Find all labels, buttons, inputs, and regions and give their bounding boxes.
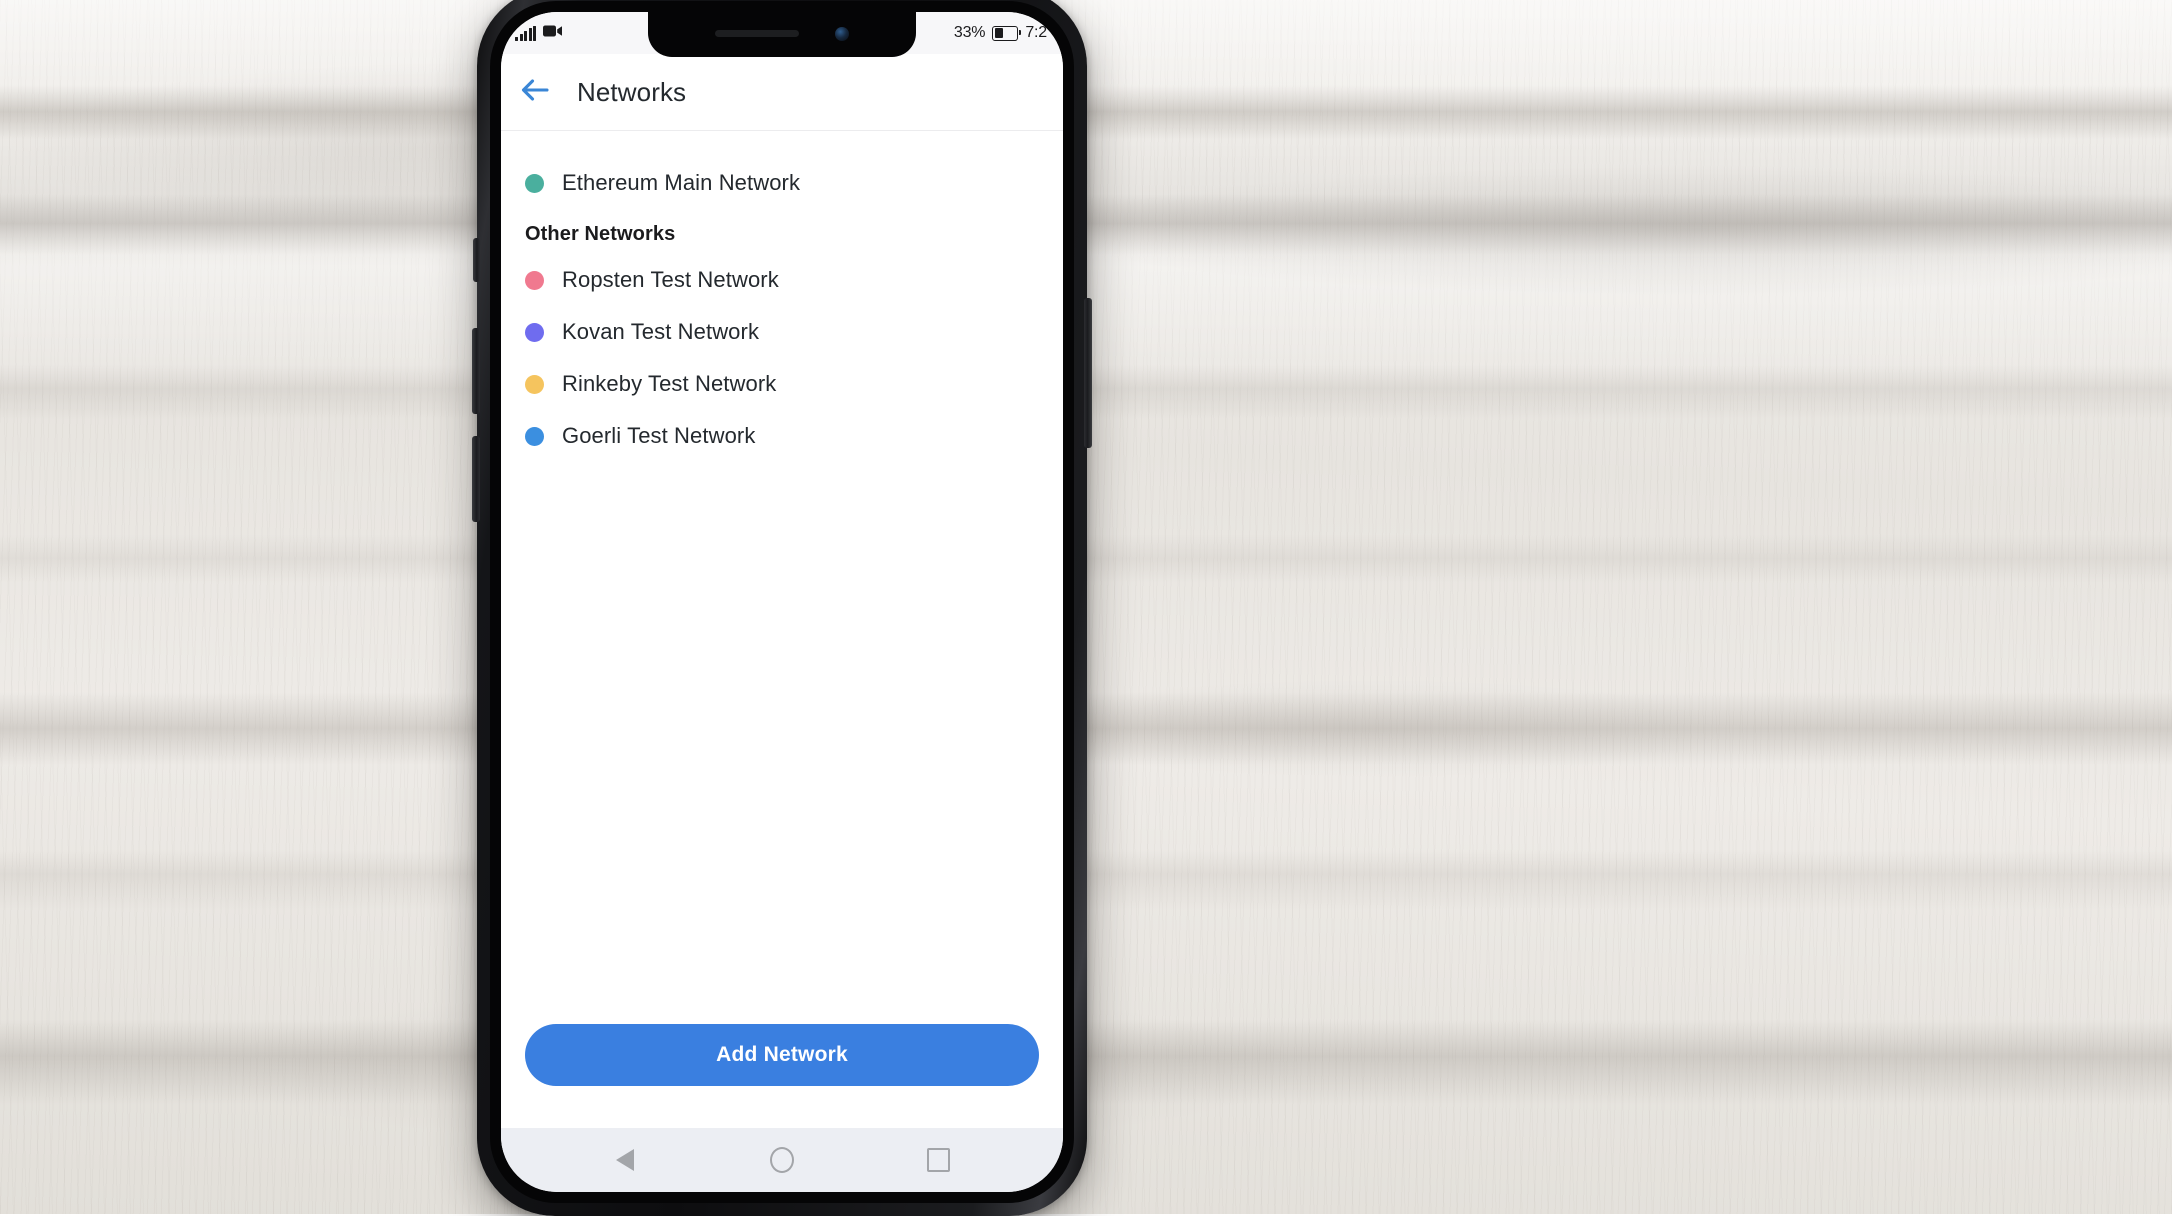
network-color-dot xyxy=(525,270,544,290)
network-item-rinkeby[interactable]: Rinkeby Test Network xyxy=(501,358,1063,410)
network-item-goerli[interactable]: Goerli Test Network xyxy=(501,410,1063,462)
phone-screen: 33% 7:2 Networks Ethereum Main Network O… xyxy=(501,12,1063,1192)
footer-area: Add Network xyxy=(501,1024,1063,1128)
signal-bars-icon xyxy=(515,25,536,41)
battery-icon xyxy=(992,25,1022,41)
front-camera-icon xyxy=(835,26,849,41)
network-item-label: Rinkeby Test Network xyxy=(562,371,777,396)
status-bar-left xyxy=(515,23,563,43)
triangle-back-icon xyxy=(616,1149,635,1171)
nav-recents-button[interactable] xyxy=(916,1137,962,1183)
circle-home-icon xyxy=(769,1147,794,1173)
nav-home-button[interactable] xyxy=(759,1137,805,1183)
square-recents-icon xyxy=(927,1148,951,1172)
network-color-dot xyxy=(525,173,544,193)
clock-label: 7:2 xyxy=(1025,24,1047,41)
nav-back-button[interactable] xyxy=(602,1137,648,1183)
volume-up-button[interactable] xyxy=(472,328,480,414)
network-item-ropsten[interactable]: Ropsten Test Network xyxy=(501,254,1063,306)
power-button[interactable] xyxy=(1084,298,1092,448)
network-color-dot xyxy=(525,374,544,394)
video-camera-icon xyxy=(543,23,563,43)
network-item-label: Ropsten Test Network xyxy=(562,267,779,292)
silent-switch-button[interactable] xyxy=(473,238,480,282)
other-networks-header: Other Networks xyxy=(525,223,676,245)
phone-notch xyxy=(648,12,916,57)
status-bar-right: 33% 7:2 xyxy=(954,24,1047,42)
network-color-dot xyxy=(525,426,544,446)
network-item-label: Ethereum Main Network xyxy=(562,170,801,195)
app-header: Networks xyxy=(501,54,1063,131)
network-item-kovan[interactable]: Kovan Test Network xyxy=(501,306,1063,358)
network-item-label: Goerli Test Network xyxy=(562,423,756,448)
volume-down-button[interactable] xyxy=(472,436,480,522)
earpiece-speaker-icon xyxy=(715,30,799,37)
android-nav-bar xyxy=(501,1128,1063,1192)
battery-percent-label: 33% xyxy=(953,24,986,41)
back-button[interactable] xyxy=(515,72,555,112)
network-list: Ethereum Main Network Other Networks Rop… xyxy=(501,131,1063,1024)
arrow-left-icon xyxy=(520,77,550,108)
phone-device: 33% 7:2 Networks Ethereum Main Network O… xyxy=(472,0,1092,1216)
page-title: Networks xyxy=(577,76,687,107)
network-color-dot xyxy=(525,322,544,342)
add-network-button[interactable]: Add Network xyxy=(525,1024,1039,1086)
network-item-ethereum-main[interactable]: Ethereum Main Network xyxy=(501,157,1063,209)
network-item-label: Kovan Test Network xyxy=(562,319,760,344)
